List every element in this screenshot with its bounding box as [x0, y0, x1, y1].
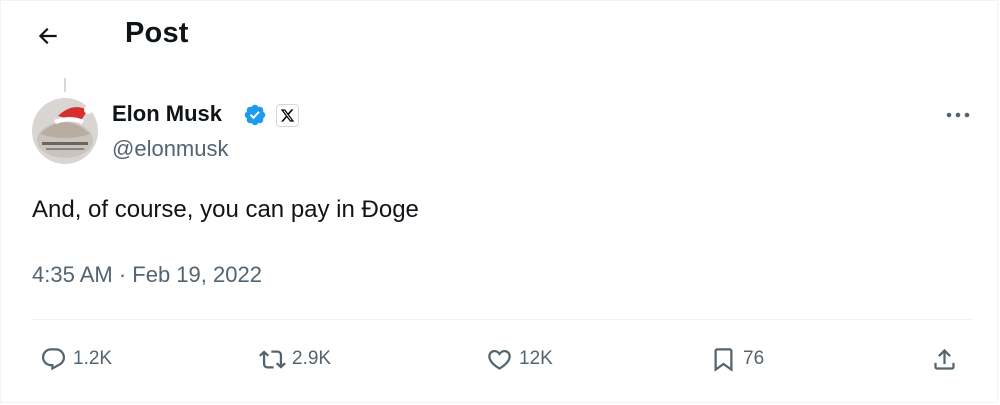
more-horizontal-icon — [945, 111, 971, 119]
repost-icon — [259, 346, 286, 373]
more-options-button[interactable] — [938, 100, 978, 130]
repost-button[interactable]: 2.9K — [259, 343, 331, 375]
like-button[interactable]: 12K — [486, 343, 553, 375]
page-title: Post — [125, 17, 189, 49]
like-count: 12K — [519, 348, 553, 369]
verified-badge-icon — [243, 103, 267, 127]
reply-count: 1.2K — [73, 348, 113, 369]
thread-connector-line — [64, 78, 66, 92]
back-button[interactable] — [28, 16, 68, 56]
post-text: And, of course, you can pay in Ðoge — [32, 196, 419, 223]
avatar[interactable] — [32, 98, 98, 164]
post-timestamp[interactable]: 4:35 AM · Feb 19, 2022 — [32, 262, 262, 288]
x-logo-icon[interactable] — [276, 104, 299, 127]
bookmark-icon — [710, 346, 737, 373]
share-icon — [931, 346, 958, 373]
share-button[interactable] — [931, 343, 958, 375]
reply-icon — [40, 346, 67, 373]
page-header: Post — [0, 0, 1000, 72]
divider — [32, 319, 973, 320]
arrow-left-icon — [35, 23, 61, 49]
heart-icon — [486, 346, 513, 373]
bookmark-button[interactable]: 76 — [710, 343, 764, 375]
bookmark-count: 76 — [743, 348, 765, 369]
repost-count: 2.9K — [292, 348, 332, 369]
author-name[interactable]: Elon Musk — [112, 101, 222, 127]
author-handle[interactable]: @elonmusk — [112, 136, 229, 162]
reply-button[interactable]: 1.2K — [40, 343, 112, 375]
